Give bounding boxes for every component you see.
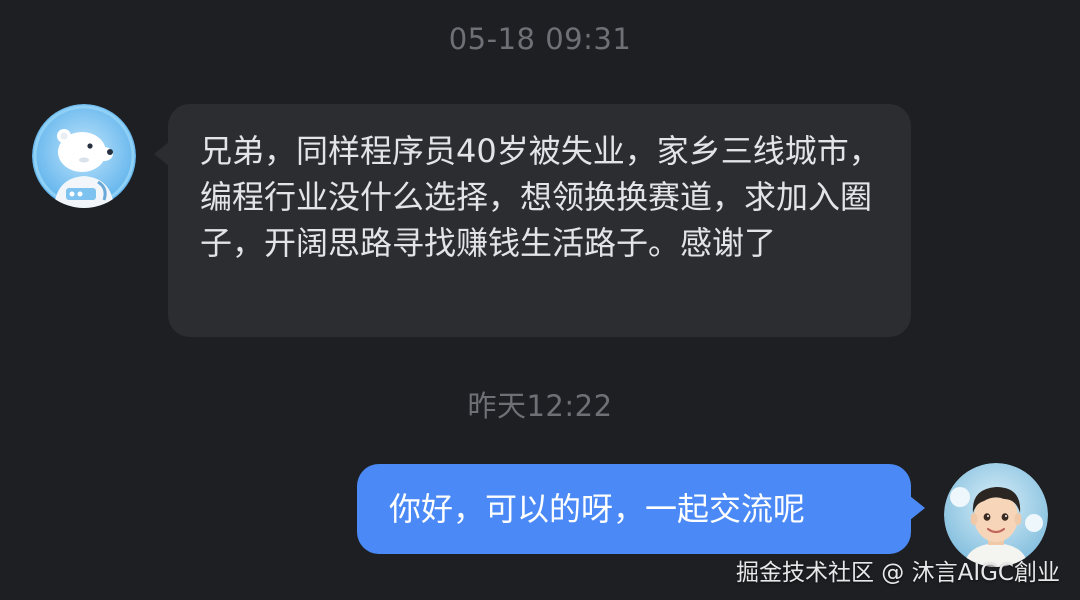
boy-avatar-icon <box>944 463 1048 567</box>
outgoing-message-bubble[interactable]: 你好，可以的呀，一起交流呢 <box>357 464 925 554</box>
watermark: 掘金技术社区 @ 沐言AIGC創业 <box>735 560 1060 586</box>
message-text: 你好，可以的呀，一起交流呢 <box>389 490 806 528</box>
contact-avatar[interactable] <box>32 104 136 208</box>
timestamp: 昨天12:22 <box>467 389 613 423</box>
message-text: 兄弟，同样程序员40岁被失业，家乡三线城市，编程行业没什么选择，想领换换赛道，求… <box>200 132 881 262</box>
timestamp: 05-18 09:31 <box>448 22 632 56</box>
polar-bear-astronaut-icon <box>32 104 136 208</box>
user-avatar[interactable] <box>944 463 1048 567</box>
bubble-tail <box>154 142 169 166</box>
incoming-message-bubble[interactable]: 兄弟，同样程序员40岁被失业，家乡三线城市，编程行业没什么选择，想领换换赛道，求… <box>154 104 911 337</box>
chat-screen: 05-18 09:31 兄弟，同样程序员40岁被失业，家乡三线城市，编程行业没什… <box>0 0 1080 600</box>
bubble-tail <box>910 496 925 520</box>
